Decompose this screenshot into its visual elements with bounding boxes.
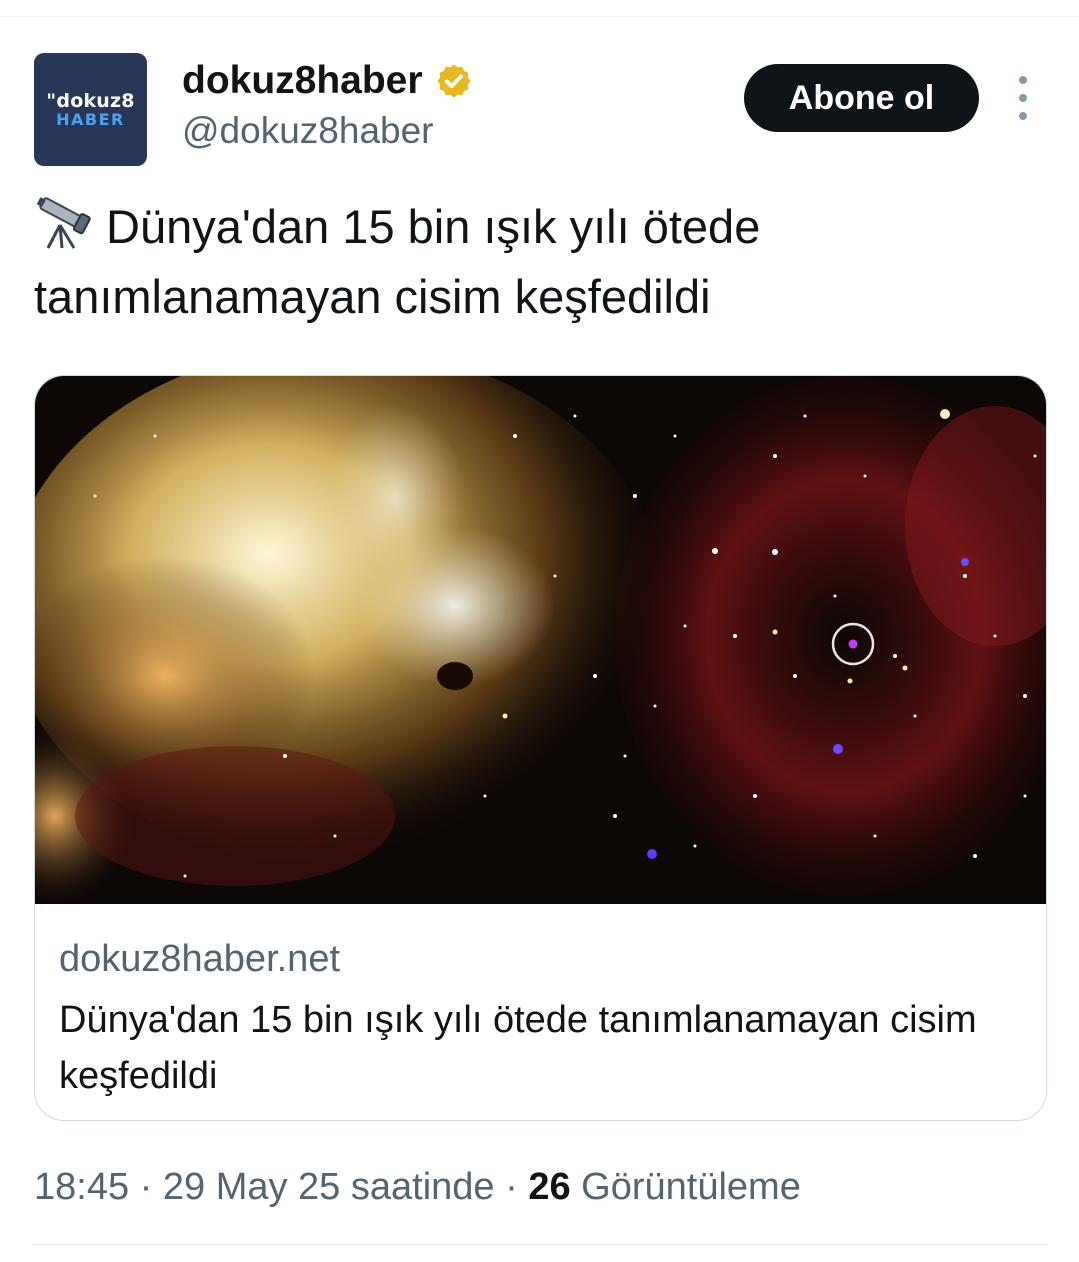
views-label: Görüntüleme <box>581 1166 801 1208</box>
meta-separator: · <box>129 1166 163 1208</box>
bottom-divider <box>34 1244 1046 1245</box>
tweet-date[interactable]: 29 May 25 saatinde <box>163 1166 495 1208</box>
follow-button[interactable]: Abone ol <box>744 64 979 132</box>
telescope-icon <box>37 197 91 249</box>
tweet-page: "dokuz8 HABER dokuz8haber @dokuz8haber A… <box>0 0 1079 1262</box>
more-options-icon[interactable] <box>1008 76 1038 120</box>
views-count: 26 <box>528 1166 571 1208</box>
tweet-meta: 18:45 · 29 May 25 saatinde · 26 Görüntül… <box>34 1163 801 1211</box>
display-name[interactable]: dokuz8haber <box>182 57 473 105</box>
avatar-logo-subtext: HABER <box>56 109 125 129</box>
tweet-text-content: Dünya'dan 15 bin ışık yılı ötede tanımla… <box>34 200 761 323</box>
tweet-text: Dünya'dan 15 bin ışık yılı ötede tanımla… <box>34 192 1044 332</box>
card-image[interactable] <box>35 376 1046 904</box>
display-name-text[interactable]: dokuz8haber <box>182 57 423 105</box>
link-card[interactable]: dokuz8haber.net Dünya'dan 15 bin ışık yı… <box>34 375 1047 1121</box>
account-handle[interactable]: @dokuz8haber <box>182 108 434 154</box>
avatar[interactable]: "dokuz8 HABER <box>34 53 147 166</box>
verified-badge-icon[interactable] <box>435 62 473 100</box>
tweet-time[interactable]: 18:45 <box>34 1166 129 1208</box>
meta-separator: · <box>494 1166 529 1208</box>
card-title[interactable]: Dünya'dan 15 bin ışık yılı ötede tanımla… <box>59 992 1019 1104</box>
avatar-logo-text: "dokuz8 <box>46 89 135 112</box>
card-domain[interactable]: dokuz8haber.net <box>59 936 340 982</box>
top-divider <box>0 16 1079 17</box>
